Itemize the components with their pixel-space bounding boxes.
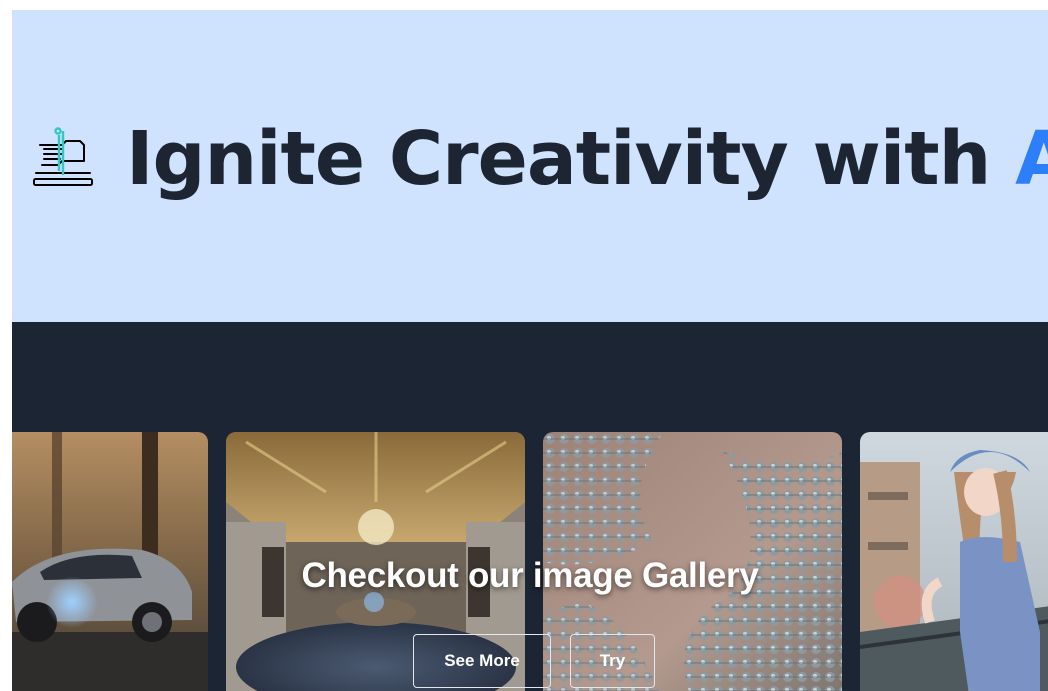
page: Ignite Creativity with AI: [12, 10, 1048, 691]
see-more-button[interactable]: See More: [413, 634, 551, 688]
gallery-section: Checkout our image Gallery See More Try: [12, 322, 1048, 691]
hero-heading-main: Ignite Creativity with: [126, 116, 1016, 202]
try-button[interactable]: Try: [570, 634, 655, 688]
hero-section: Ignite Creativity with AI: [12, 10, 1048, 322]
hero-heading-accent: AI: [1015, 116, 1048, 202]
hero-heading: Ignite Creativity with AI: [126, 122, 1048, 196]
gallery-heading: Checkout our image Gallery: [301, 556, 759, 595]
hand-hologram-icon: [33, 127, 93, 186]
hero-title: Ignite Creativity with AI: [32, 122, 1048, 196]
